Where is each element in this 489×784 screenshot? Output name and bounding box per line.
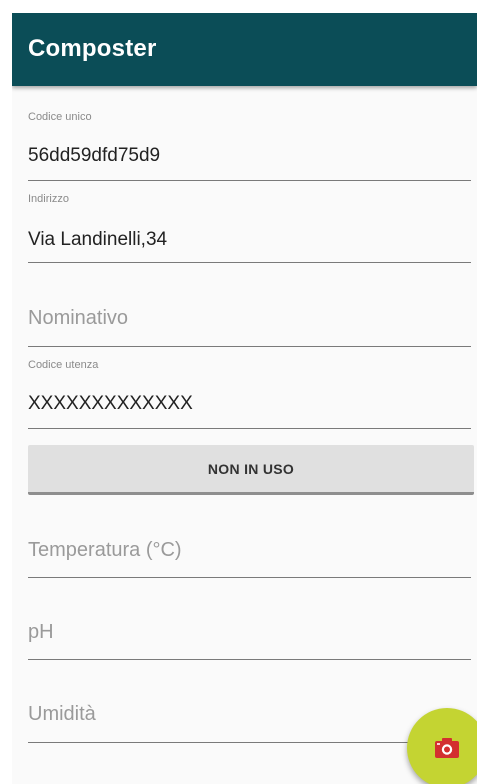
app-screen: Composter Codice unico 56dd59dfd75d9 Ind… <box>12 13 477 784</box>
page-title: Composter <box>28 35 157 62</box>
codice-unico-value[interactable]: 56dd59dfd75d9 <box>28 145 160 167</box>
non-in-uso-button[interactable]: NON IN USO <box>28 445 474 495</box>
codice-unico-label: Codice unico <box>28 111 92 123</box>
nominativo-underline <box>28 346 471 347</box>
temperatura-field[interactable]: Temperatura (°C) <box>28 503 471 585</box>
codice-utenza-underline <box>28 428 471 429</box>
ph-underline <box>28 659 471 660</box>
indirizzo-label: Indirizzo <box>28 193 69 205</box>
camera-fab-button[interactable] <box>407 708 477 784</box>
ph-field[interactable]: pH <box>28 585 471 667</box>
nominativo-field[interactable]: Nominativo <box>28 265 471 349</box>
umidita-underline <box>28 742 471 743</box>
app-bar: Composter <box>12 13 477 86</box>
codice-utenza-label: Codice utenza <box>28 359 99 371</box>
codice-utenza-value[interactable]: XXXXXXXXXXXXX <box>28 393 193 415</box>
umidita-field[interactable]: Umidità <box>28 667 471 749</box>
indirizzo-value[interactable]: Via Landinelli,34 <box>28 229 167 251</box>
nominativo-placeholder[interactable]: Nominativo <box>28 307 128 330</box>
camera-icon <box>435 738 459 758</box>
codice-unico-field[interactable]: Codice unico 56dd59dfd75d9 <box>28 101 471 183</box>
codice-unico-underline <box>28 180 471 181</box>
ph-placeholder[interactable]: pH <box>28 621 54 644</box>
temperatura-underline <box>28 577 471 578</box>
indirizzo-underline <box>28 262 471 263</box>
indirizzo-field[interactable]: Indirizzo Via Landinelli,34 <box>28 183 471 265</box>
umidita-placeholder[interactable]: Umidità <box>28 703 96 726</box>
codice-utenza-field[interactable]: Codice utenza XXXXXXXXXXXXX <box>28 349 471 431</box>
temperatura-placeholder[interactable]: Temperatura (°C) <box>28 539 182 562</box>
